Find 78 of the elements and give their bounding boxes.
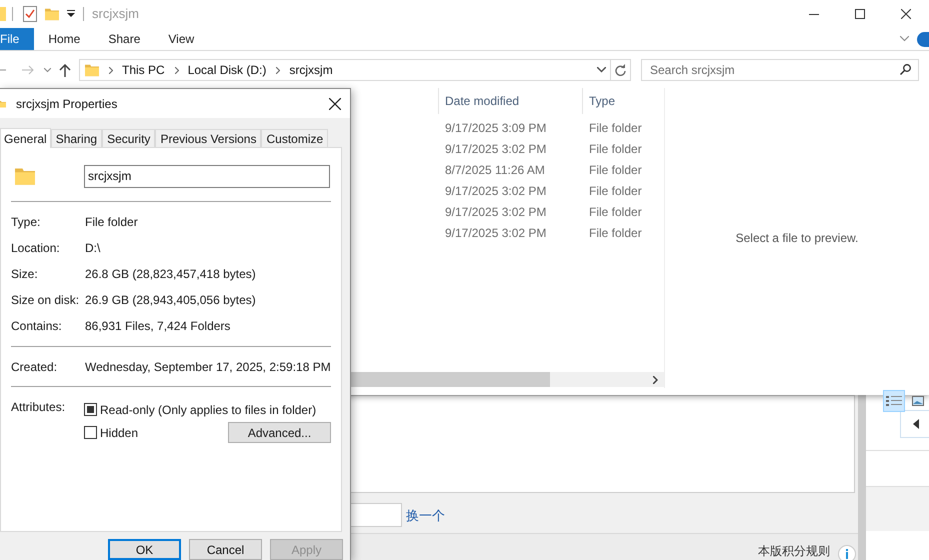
dialog-tab[interactable]: Previous Versions bbox=[155, 129, 262, 147]
search-field[interactable]: Search srcjxsjm bbox=[641, 59, 919, 81]
dialog-button[interactable]: Cancel bbox=[189, 539, 262, 560]
search-icon bbox=[900, 64, 911, 75]
property-label: Attributes: bbox=[11, 399, 66, 416]
property-label: Type: bbox=[11, 214, 42, 231]
properties-icon[interactable] bbox=[23, 6, 37, 22]
close-icon bbox=[901, 9, 911, 19]
dialog-title: srcjxsjm Properties bbox=[16, 96, 118, 112]
dialog-tab[interactable]: Customize bbox=[261, 129, 328, 147]
table-cell-text: File folder bbox=[589, 224, 642, 242]
dropdown-icon[interactable] bbox=[67, 10, 75, 18]
property-label: Created: bbox=[11, 359, 58, 376]
table-cell-text: 9/17/2025 3:09 PM bbox=[445, 120, 548, 136]
property-value: 26.9 GB (28,943,405,056 bytes) bbox=[85, 292, 256, 309]
name-field[interactable]: srcjxsjm bbox=[84, 164, 330, 188]
dialog-button[interactable]: OK bbox=[108, 539, 181, 560]
breadcrumb[interactable]: srcjxsjm bbox=[289, 61, 333, 79]
new-folder-icon bbox=[45, 6, 59, 22]
property-label: Size on disk: bbox=[11, 292, 80, 309]
prev-button[interactable] bbox=[900, 410, 929, 438]
table-cell-text: 9/17/2025 3:02 PM bbox=[445, 204, 548, 220]
ribbon-tab[interactable]: Share bbox=[94, 28, 154, 50]
chevron-icon[interactable] bbox=[276, 66, 280, 74]
refresh-link[interactable]: 换一个 bbox=[406, 506, 445, 526]
checkbox[interactable] bbox=[84, 403, 97, 416]
recent-icon[interactable] bbox=[44, 68, 51, 72]
close-icon bbox=[329, 98, 341, 110]
breadcrumb[interactable]: This PC bbox=[122, 61, 165, 79]
table-cell-text: 9/17/2025 3:02 PM bbox=[445, 182, 548, 200]
column-header[interactable]: Date modified bbox=[438, 88, 582, 114]
chevron-icon[interactable] bbox=[900, 36, 909, 42]
scroll-right-icon[interactable] bbox=[653, 376, 658, 384]
property-value: File folder bbox=[85, 214, 138, 231]
scrollbar[interactable] bbox=[858, 395, 866, 560]
property-value: Wednesday, September 17, 2025, 2:59:18 PM bbox=[85, 359, 331, 376]
ribbon-tab[interactable]: File bbox=[0, 28, 34, 50]
checkbox-label[interactable]: Hidden bbox=[100, 424, 138, 442]
property-value: D:\ bbox=[85, 240, 100, 257]
checkbox[interactable] bbox=[84, 426, 97, 439]
dialog-tab[interactable]: Sharing bbox=[50, 129, 102, 147]
property-label: Location: bbox=[11, 240, 61, 257]
details-icon bbox=[886, 395, 902, 407]
caret-icon bbox=[913, 419, 919, 429]
dialog-tab[interactable]: Security bbox=[102, 129, 156, 147]
table-cell-text: 9/17/2025 3:02 PM bbox=[445, 140, 548, 158]
dropdown-icon[interactable] bbox=[597, 67, 606, 73]
property-value: 86,931 Files, 7,424 Folders bbox=[85, 318, 230, 335]
refresh-icon[interactable] bbox=[615, 64, 626, 76]
chevron-icon[interactable] bbox=[174, 66, 179, 74]
window-title: srcjxsjm bbox=[92, 5, 139, 24]
rules-link[interactable]: 本版积分规则 bbox=[758, 542, 830, 560]
table-cell-text: File folder bbox=[589, 120, 642, 136]
chevron-icon[interactable] bbox=[109, 66, 113, 74]
panel-footer bbox=[866, 486, 929, 531]
property-label: Contains: bbox=[11, 318, 63, 335]
table-cell-text: File folder bbox=[589, 204, 642, 220]
folder-icon bbox=[85, 62, 99, 78]
property-value: 26.8 GB (28,823,457,418 bytes) bbox=[85, 266, 256, 283]
table-cell-text: File folder bbox=[589, 162, 642, 178]
details-view-button[interactable] bbox=[883, 390, 905, 412]
property-label: Size: bbox=[11, 266, 39, 283]
advanced-button[interactable]: Advanced... bbox=[228, 422, 331, 443]
table-cell-text: File folder bbox=[589, 140, 642, 158]
breadcrumb[interactable]: Local Disk (D:) bbox=[188, 61, 266, 79]
ribbon-tab[interactable]: Home bbox=[34, 28, 94, 50]
table-cell-text: 8/7/2025 11:26 AM bbox=[445, 162, 546, 178]
preview-message: Select a file to preview. bbox=[736, 230, 858, 247]
image-icon bbox=[912, 396, 924, 406]
maximize-icon bbox=[855, 9, 865, 19]
checkbox-label[interactable]: Read-only (Only applies to files in folder) bbox=[100, 400, 316, 418]
column-header[interactable]: Type bbox=[582, 88, 664, 114]
table-cell-text: 9/17/2025 3:02 PM bbox=[445, 224, 548, 242]
address-bar[interactable]: This PC Local Disk (D:) srcjxsjm bbox=[79, 59, 631, 81]
ribbon-tab[interactable]: View bbox=[154, 28, 208, 50]
table-cell-text: File folder bbox=[589, 182, 642, 200]
up-icon[interactable] bbox=[59, 64, 71, 76]
dialog-tab[interactable]: General bbox=[0, 128, 51, 148]
